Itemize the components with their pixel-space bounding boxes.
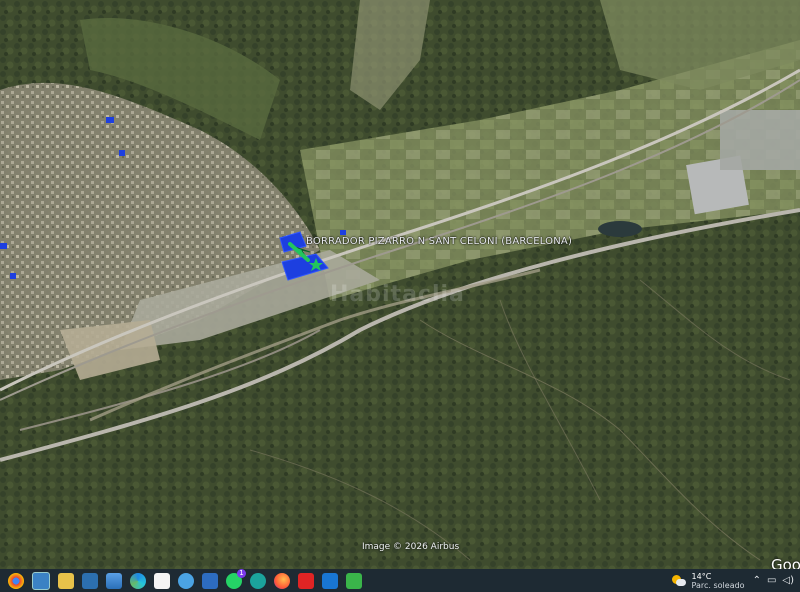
chrome-icon[interactable] bbox=[8, 572, 24, 589]
file-explorer-icon[interactable] bbox=[58, 572, 74, 589]
document-icon[interactable] bbox=[154, 572, 170, 589]
taskbar: 1 14°C Parc. soleado ⌃ ▭ ◁) bbox=[0, 568, 800, 592]
network-icon[interactable] bbox=[82, 572, 98, 589]
satellite-map[interactable]: BORRADOR PIZARRO N SANT CELONI (BARCELON… bbox=[0, 0, 800, 569]
save-icon[interactable] bbox=[202, 572, 218, 589]
sketchup-icon[interactable] bbox=[322, 572, 338, 589]
teams-icon[interactable] bbox=[250, 572, 266, 589]
monitor-icon[interactable]: ▭ bbox=[767, 575, 776, 586]
weather-temperature: 14°C bbox=[691, 571, 712, 581]
weather-condition: Parc. soleado bbox=[691, 580, 745, 590]
photos-icon[interactable] bbox=[106, 572, 122, 589]
system-tray: ⌃ ▭ ◁) bbox=[753, 575, 794, 586]
acrobat-icon[interactable] bbox=[298, 572, 314, 589]
weather-widget[interactable]: 14°C Parc. soleado bbox=[671, 571, 745, 590]
notification-badge: 1 bbox=[237, 568, 246, 578]
volume-icon[interactable]: ◁) bbox=[782, 575, 794, 586]
partly-sunny-icon bbox=[671, 574, 686, 587]
app-icon[interactable] bbox=[32, 571, 50, 590]
media-icon[interactable] bbox=[346, 572, 362, 589]
place-label[interactable]: BORRADOR PIZARRO N SANT CELONI (BARCELON… bbox=[306, 236, 572, 247]
whatsapp-icon[interactable]: 1 bbox=[226, 568, 246, 589]
firefox-icon[interactable] bbox=[274, 572, 290, 589]
imagery-attribution: Image © 2026 Airbus bbox=[362, 542, 460, 552]
browser-icon[interactable] bbox=[178, 572, 194, 589]
edge-icon[interactable] bbox=[130, 572, 146, 589]
chevron-up-icon[interactable]: ⌃ bbox=[753, 575, 761, 586]
google-logo: Goo bbox=[771, 556, 800, 569]
watermark-logo: Habitaclia bbox=[330, 282, 465, 307]
